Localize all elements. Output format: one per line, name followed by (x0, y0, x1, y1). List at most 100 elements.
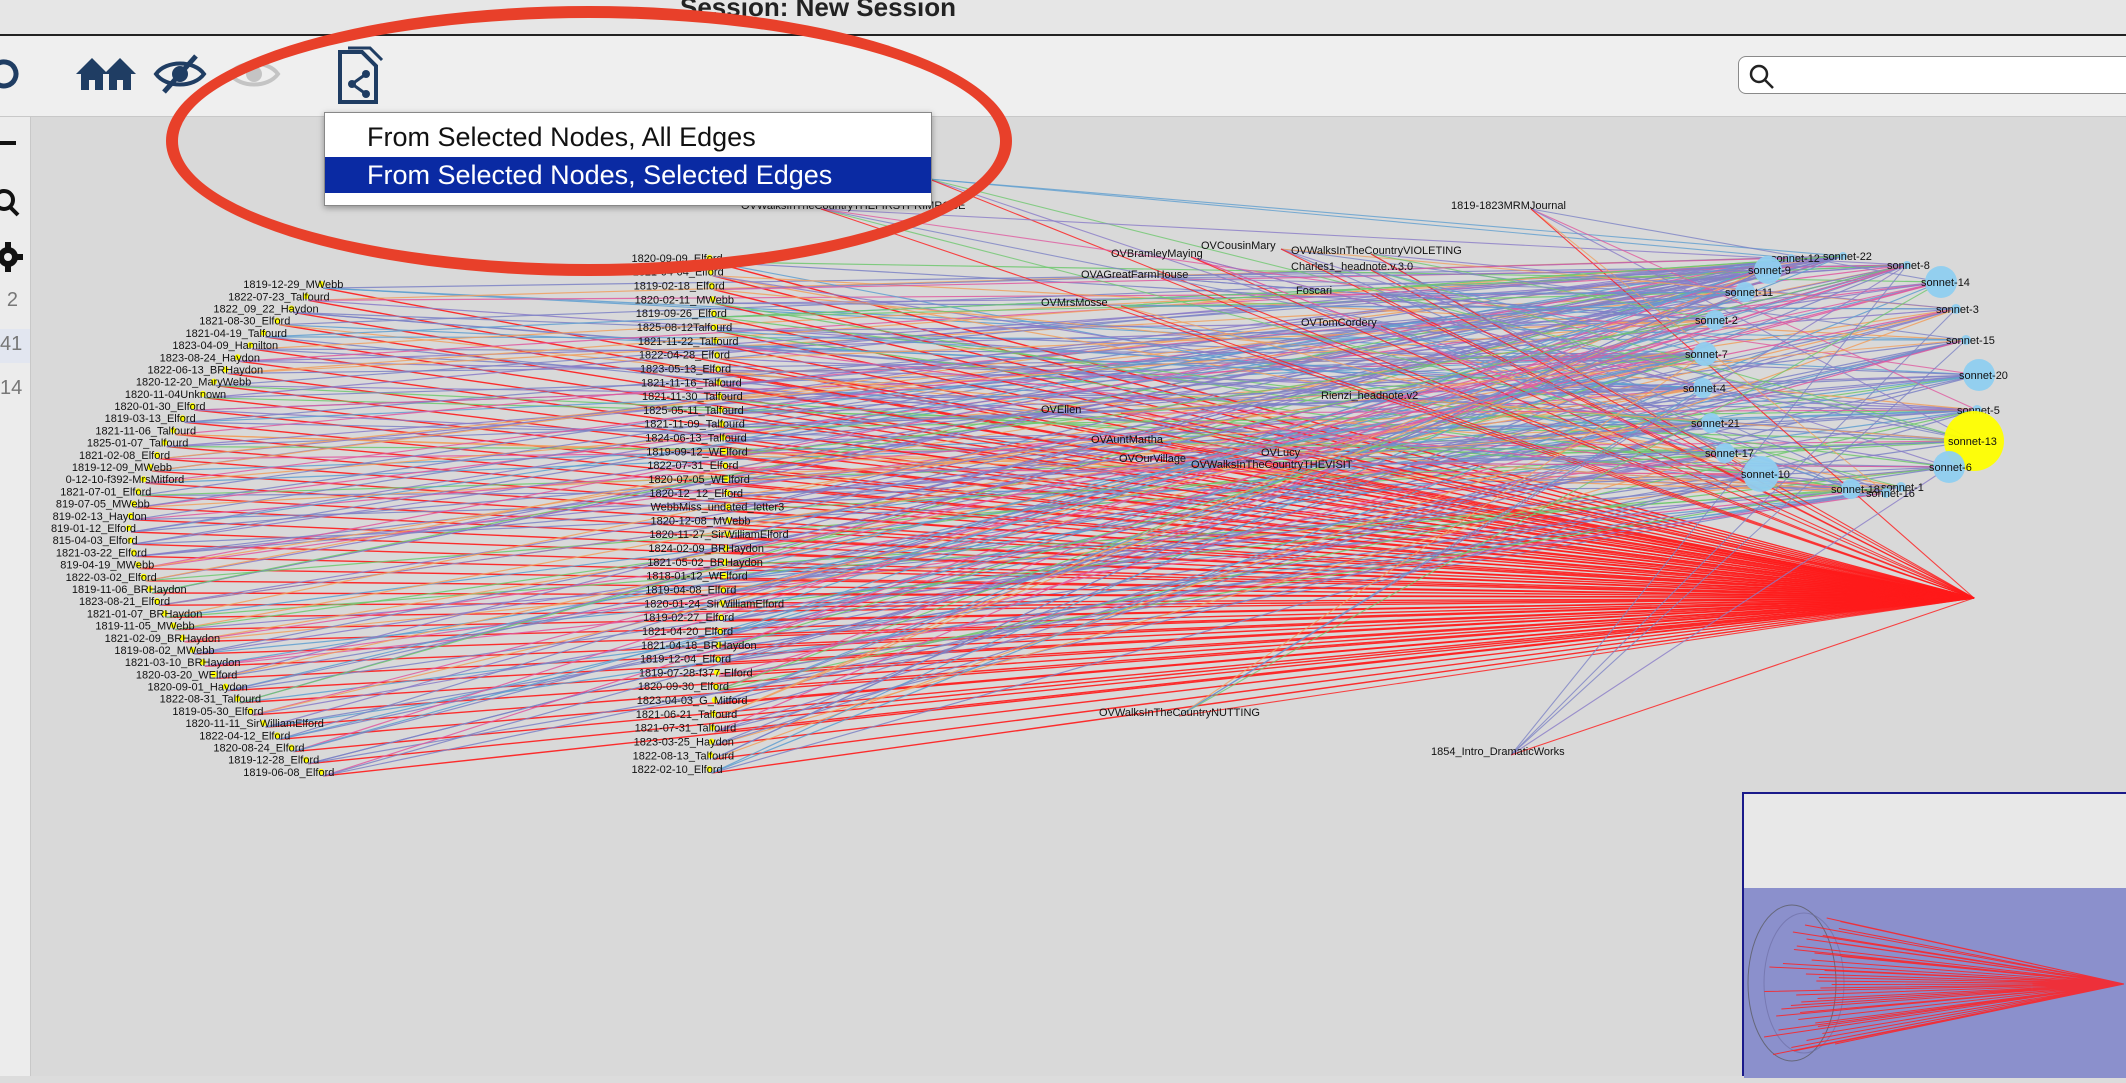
middle-node-label[interactable]: 1825-05-11_Talfourd (643, 405, 744, 417)
left-node-label[interactable]: 1820-01-30_Elford (114, 401, 205, 413)
left-node-label[interactable]: 819-02-13_Haydon (53, 511, 147, 523)
sonnet-label[interactable]: sonnet-17 (1705, 448, 1754, 460)
left-node-label[interactable]: 1821-11-06_Talfourd (95, 425, 196, 437)
work-node-label[interactable]: OVWalksInTheCountryVIOLETING (1291, 245, 1462, 257)
left-node-label[interactable]: 1823-04-09_Hamilton (172, 340, 278, 352)
sonnet-label[interactable]: sonnet-6 (1929, 462, 1972, 474)
left-node-label[interactable]: 1825-01-07_Talfourd (87, 438, 189, 450)
sonnet-label[interactable]: sonnet-11 (1725, 287, 1773, 299)
work-node-label[interactable]: 1854_Intro_DramaticWorks (1431, 746, 1565, 758)
search-input[interactable] (1783, 61, 2126, 91)
sonnet-label[interactable]: sonnet-16 (1866, 488, 1915, 500)
middle-node-label[interactable]: 1821-11-30_Talfourd (642, 391, 743, 403)
middle-node-label[interactable]: 1819-09-26_Elford (636, 308, 727, 320)
left-node-label[interactable]: 1821-04-19_Talfourd (186, 328, 288, 340)
left-node-label[interactable]: 1821-03-22_Elford (56, 547, 147, 559)
left-node-label[interactable]: 1820-08-24_Elford (213, 743, 304, 755)
middle-node-label[interactable]: 1818-01-12_WElford (646, 571, 748, 583)
sonnet-label[interactable]: sonnet-8 (1887, 260, 1930, 272)
sonnet-label[interactable]: sonnet-15 (1946, 335, 1995, 347)
work-node-label[interactable]: Charles1_headnote.v.3.0 (1291, 261, 1413, 273)
left-node-label[interactable]: 1819-12-28_Elford (228, 755, 319, 767)
work-node-label[interactable]: Rienzi_headnote.v2 (1321, 390, 1418, 402)
work-node-label[interactable]: OVAGreatFarmHouse (1081, 269, 1188, 281)
left-node-label[interactable]: 1822-03-02_Elford (66, 572, 157, 584)
sonnet-label[interactable]: sonnet-10 (1741, 469, 1790, 481)
middle-node-label[interactable]: 1819-07-28-f377-Elford (639, 667, 753, 679)
left-node-label[interactable]: 815-04-03_Elford (53, 535, 138, 547)
work-node-label[interactable]: 1819-1823MRMJournal (1451, 200, 1566, 212)
middle-node-label[interactable]: 1822-08-13_Talfourd (633, 750, 735, 762)
left-node-label[interactable]: 1822-08-31_Talfourd (160, 694, 262, 706)
gear-icon[interactable] (0, 241, 30, 273)
middle-node-label[interactable]: 1823-05-13_Elford (640, 363, 731, 375)
left-node-label[interactable]: 819-07-05_MWebb (56, 499, 150, 511)
left-node-label[interactable]: 1820-11-11_SirWilliamElford (186, 718, 324, 730)
overview-viewport[interactable] (1744, 888, 2126, 1078)
middle-node-label[interactable]: 1819-04-08_Elford (645, 584, 736, 596)
middle-node-label[interactable]: 1821-04-18_BRHaydon (641, 640, 757, 652)
left-node-label[interactable]: 1821-02-09_BRHaydon (105, 633, 221, 645)
middle-node-label[interactable]: 1822-07-31_Elford (647, 460, 738, 472)
middle-node-label[interactable]: WebbMiss_undated_letter3 (650, 502, 784, 514)
middle-node-label[interactable]: 1824-06-13_Talfourd (645, 433, 747, 445)
home-icon[interactable] (74, 52, 140, 96)
sonnet-label[interactable]: sonnet-21 (1691, 418, 1740, 430)
search-box[interactable] (1738, 56, 2126, 94)
middle-node-label[interactable]: 1819-09-12_WElford (646, 446, 748, 458)
sonnet-label[interactable]: sonnet-13 (1948, 436, 1997, 448)
left-node-label[interactable]: 1819-06-08_Elford (243, 767, 334, 779)
middle-node-label[interactable]: 1820-02-11_MWebb (635, 294, 734, 306)
minus-icon[interactable] (0, 131, 30, 155)
work-node-label[interactable]: OVCousinMary (1201, 240, 1276, 252)
left-node-label[interactable]: 1820-09-01_Haydon (148, 682, 248, 694)
left-node-label[interactable]: 1819-12-09_MWebb (72, 462, 172, 474)
refresh-icon[interactable] (0, 50, 26, 98)
left-node-label[interactable]: 1820-11-04Unknown (125, 389, 226, 401)
middle-node-label[interactable]: 1821-04-20_Elford (642, 626, 733, 638)
left-node-label[interactable]: 1819-11-06_BRHaydon (72, 584, 187, 596)
sonnet-label[interactable]: sonnet-2 (1695, 315, 1738, 327)
left-node-label[interactable]: 1823-08-21_Elford (79, 596, 170, 608)
work-node-label[interactable]: Foscari (1296, 285, 1332, 297)
left-node-label[interactable]: 1819-05-30_Elford (172, 706, 263, 718)
middle-node-label[interactable]: 1820-07-05_WElford (648, 474, 750, 486)
left-node-label[interactable]: 1821-02-08_Elford (79, 450, 170, 462)
work-node-label[interactable]: OVWalksInTheCountryTHEVISIT (1191, 459, 1353, 471)
network-overview[interactable] (1742, 792, 2126, 1076)
left-node-label[interactable]: 1822-06-13_BRHaydon (148, 364, 264, 376)
work-node-label[interactable]: OVWalksInTheCountryNUTTING (1099, 707, 1260, 719)
search-icon[interactable] (0, 187, 30, 217)
left-node-label[interactable]: 819-01-12_Elford (51, 523, 136, 535)
middle-node-label[interactable]: 1820-12-08_MWebb (650, 515, 750, 527)
middle-node-label[interactable]: 1821-07-31_Talfourd (635, 723, 737, 735)
left-node-label[interactable]: 819-04-19_MWebb (60, 560, 154, 572)
left-node-label[interactable]: 1819-12-29_MWebb (243, 279, 343, 291)
left-node-label[interactable]: 1819-08-02_MWebb (114, 645, 214, 657)
middle-node-label[interactable]: 1819-12-04_Elford (640, 654, 731, 666)
sonnet-label[interactable]: sonnet-7 (1685, 349, 1728, 361)
middle-node-label[interactable]: 1820-12_12_Elford (649, 488, 743, 500)
left-node-label[interactable]: 1821-03-10_BRHaydon (125, 657, 241, 669)
work-node-label[interactable]: OVTomCordery (1301, 317, 1377, 329)
middle-node-label[interactable]: 1821-11-09_Talfourd (644, 419, 745, 431)
sonnet-label[interactable]: sonnet-22 (1823, 251, 1872, 263)
middle-node-label[interactable]: 1825-08-12Talfourd (637, 322, 732, 334)
middle-node-label[interactable]: 1819-02-18_Elford (634, 281, 725, 293)
middle-node-label[interactable]: 1821-11-22_Talfourd (638, 336, 739, 348)
middle-node-label[interactable]: 1822-04-28_Elford (639, 350, 730, 362)
work-node-label[interactable]: OVMrsMosse (1041, 297, 1108, 309)
middle-node-label[interactable]: 1822-02-10_Elford (632, 764, 723, 776)
middle-node-label[interactable]: 1821-05-02_BRHaydon (647, 557, 763, 569)
work-node-label[interactable]: OVBramleyMaying (1111, 248, 1203, 260)
middle-node-label[interactable]: 1819-02-27_Elford (643, 612, 734, 624)
middle-node-label[interactable]: 1820-01-24_SirWilliamElford (644, 598, 784, 610)
middle-node-label[interactable]: 1820-09-30_Elford (638, 681, 729, 693)
left-node-label[interactable]: 1823-08-24_Haydon (160, 352, 260, 364)
left-node-label[interactable]: 0-12-10-f392-MrsMitford (66, 474, 185, 486)
left-node-label[interactable]: 1821-01-07_BRHaydon (87, 608, 203, 620)
middle-node-label[interactable]: 1821-06-21_Talfourd (636, 709, 738, 721)
left-node-label[interactable]: 1822-04-12_Elford (199, 730, 290, 742)
left-node-label[interactable]: 1820-03-20_WElford (136, 669, 238, 681)
sonnet-label[interactable]: sonnet-14 (1921, 277, 1970, 289)
